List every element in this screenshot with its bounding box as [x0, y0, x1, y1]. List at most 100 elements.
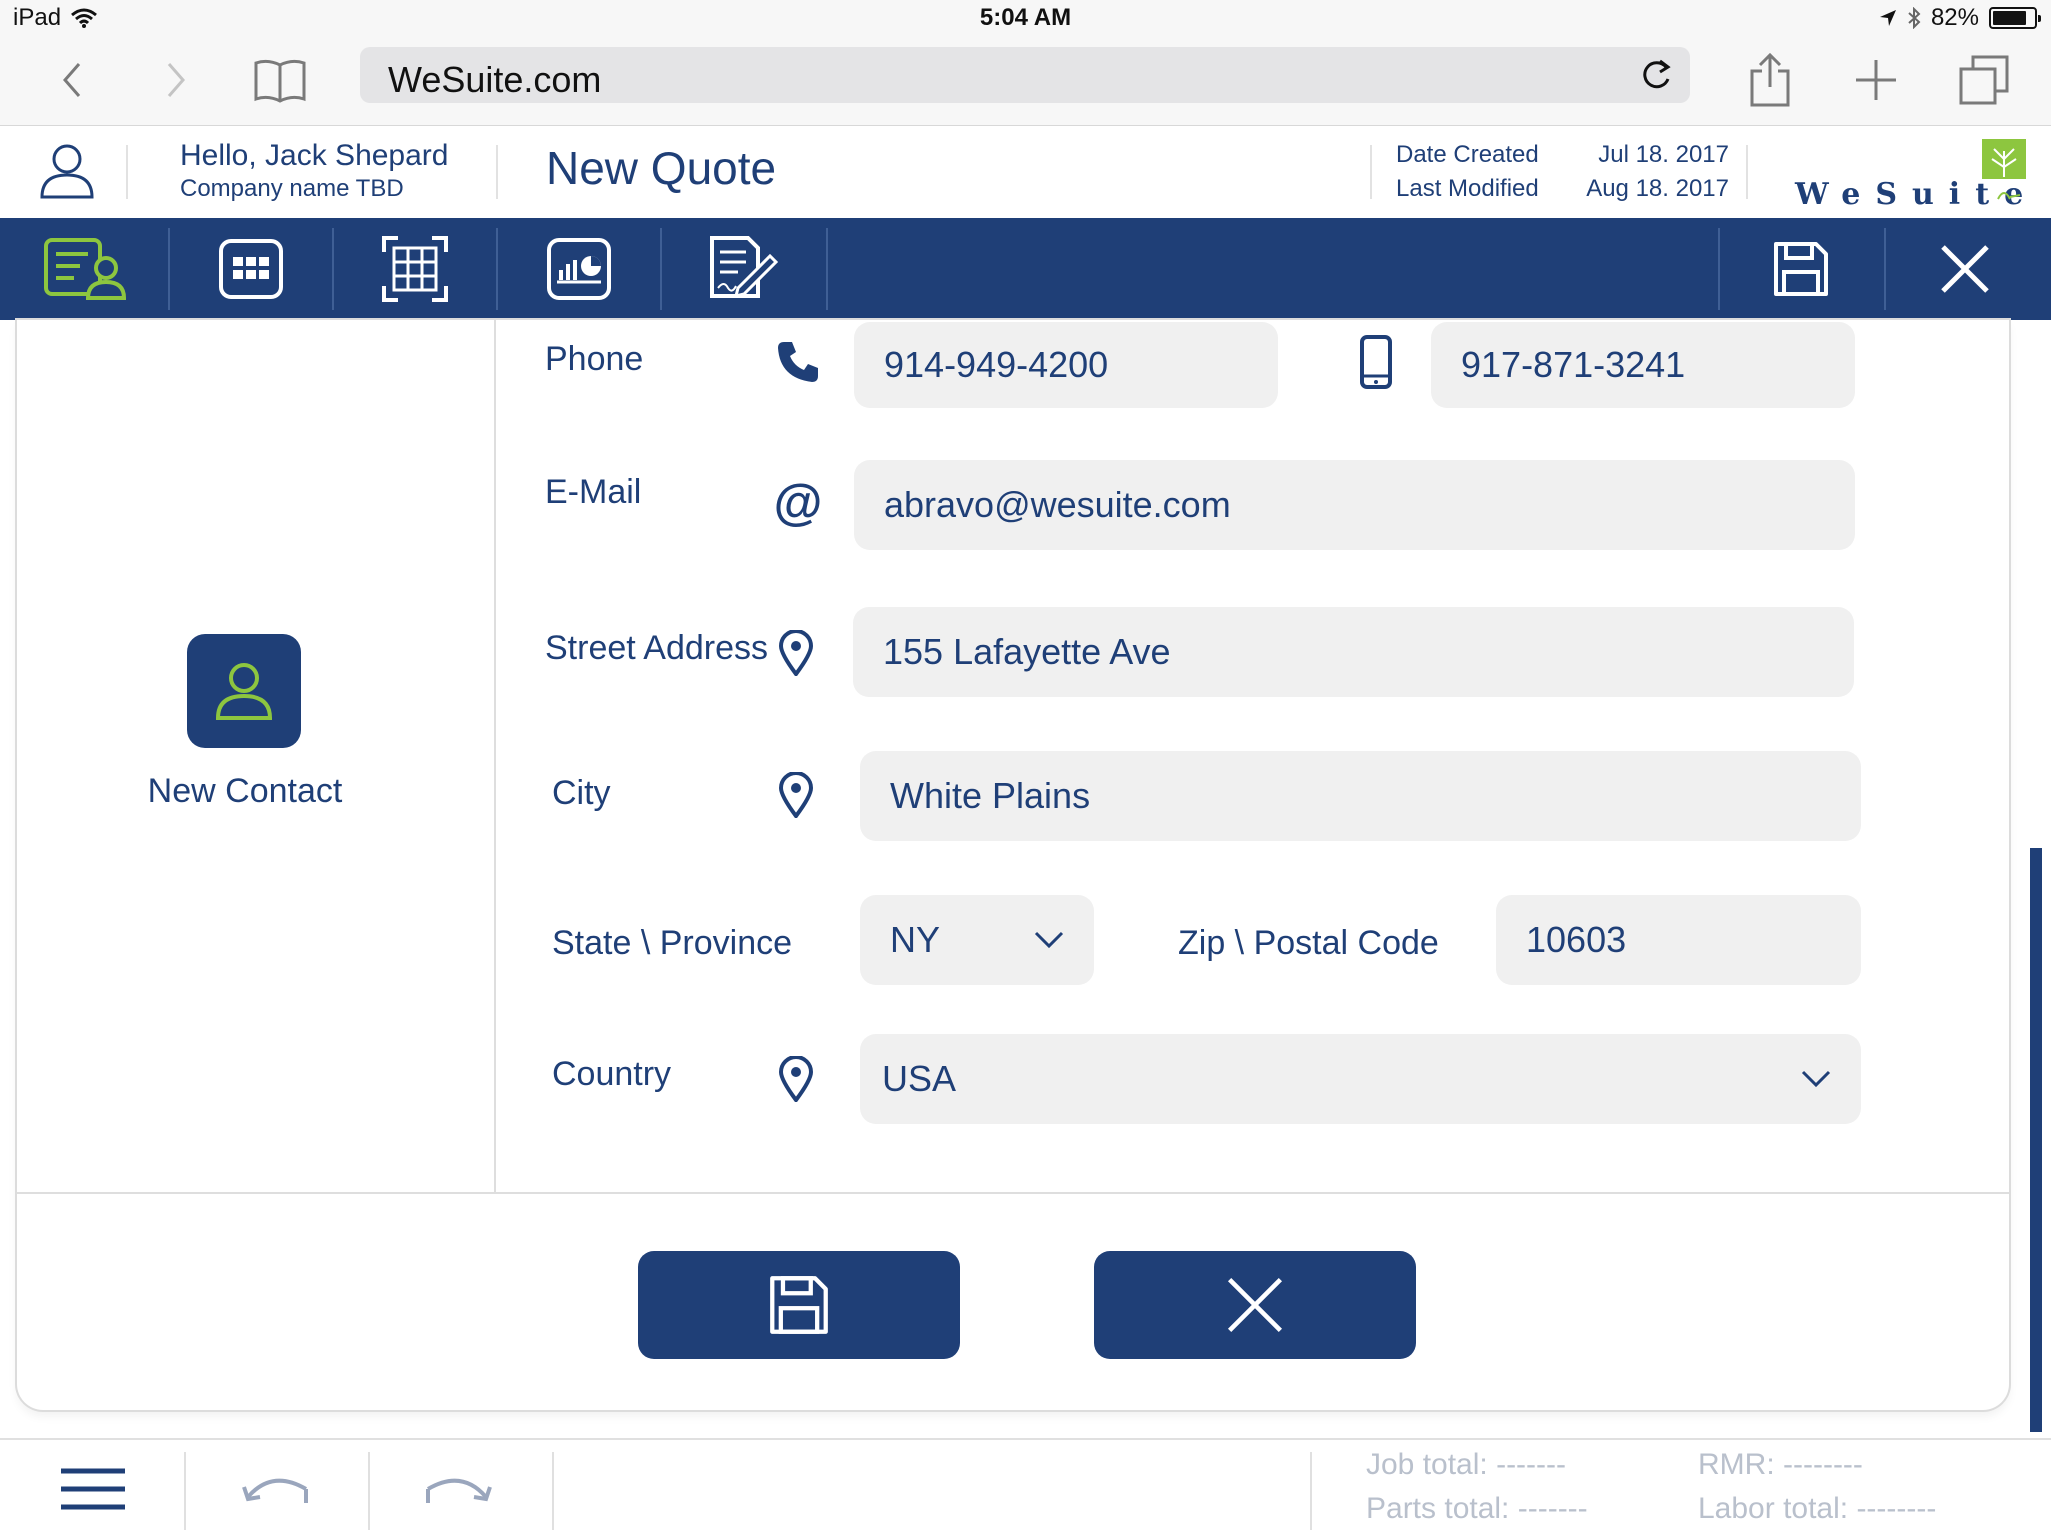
battery-icon: [1989, 7, 2041, 29]
url-text: WeSuite.com: [388, 59, 602, 100]
job-total: Job total: -------: [1366, 1448, 1567, 1481]
keypad-icon: [219, 239, 283, 299]
browser-toolbar: WeSuite.com: [0, 38, 2051, 126]
city-field[interactable]: White Plains: [860, 751, 1861, 841]
toolbar-divider: [496, 228, 498, 310]
toolbar-grid-button[interactable]: [350, 218, 480, 320]
rmr-total: RMR: --------: [1698, 1448, 1863, 1481]
footer-bar: Job total: ------- Parts total: ------- …: [0, 1438, 2051, 1540]
user-profile-icon[interactable]: [36, 141, 98, 206]
new-contact-button[interactable]: [187, 634, 301, 748]
header-divider: [1370, 145, 1372, 199]
toolbar-save-button[interactable]: [1736, 218, 1866, 320]
header-divider: [126, 145, 128, 199]
state-province-label: State \ Province: [552, 924, 793, 962]
toolbar-keypad-button[interactable]: [186, 218, 316, 320]
card-vertical-divider: [494, 320, 496, 1194]
phone-value: 914-949-4200: [884, 344, 1109, 385]
toolbar-divider: [332, 228, 334, 310]
close-icon: [1941, 245, 1989, 293]
phone-label: Phone: [545, 340, 644, 378]
form-save-button[interactable]: [638, 1251, 960, 1359]
reload-icon[interactable]: [1636, 55, 1676, 95]
zip-postal-field[interactable]: 10603: [1496, 895, 1861, 985]
country-value: USA: [882, 1058, 957, 1099]
phone-icon: [772, 336, 824, 388]
save-icon: [1774, 242, 1828, 296]
save-icon: [770, 1276, 828, 1334]
email-label: E-Mail: [545, 473, 642, 511]
country-select[interactable]: USA: [860, 1034, 1861, 1124]
header-divider: [496, 145, 498, 199]
street-address-field[interactable]: 155 Lafayette Ave: [853, 607, 1854, 697]
city-value: White Plains: [890, 775, 1091, 816]
chevron-down-icon: [1801, 1070, 1831, 1088]
forward-icon[interactable]: [146, 50, 206, 110]
status-right: 82%: [1879, 4, 2041, 32]
menu-icon[interactable]: [48, 1454, 138, 1524]
battery-level: [1993, 11, 2026, 25]
toolbar-sign-button[interactable]: [678, 218, 808, 320]
user-greeting: Hello, Jack Shepard: [180, 139, 449, 172]
customer-info-icon: [44, 238, 127, 300]
tabs-icon[interactable]: [1954, 50, 2014, 110]
status-time: 5:04 AM: [979, 4, 1072, 31]
scrollbar[interactable]: [2030, 848, 2042, 1432]
state-province-value: NY: [890, 919, 941, 960]
labor-total: Labor total: --------: [1698, 1492, 1937, 1525]
share-icon[interactable]: [1740, 50, 1800, 110]
phone-field[interactable]: 914-949-4200: [854, 322, 1278, 408]
new-contact-label: New Contact: [147, 772, 343, 810]
country-label: Country: [552, 1055, 672, 1093]
contact-person-icon: [215, 663, 273, 720]
mobile-value: 917-871-3241: [1461, 344, 1686, 385]
undo-icon[interactable]: [232, 1454, 322, 1524]
location-pin-icon: [776, 770, 816, 820]
bookmarks-icon[interactable]: [250, 50, 310, 110]
close-icon: [1227, 1277, 1283, 1333]
toolbar-divider: [1718, 228, 1720, 310]
card-horizontal-divider: [17, 1192, 2009, 1194]
toolbar-customer-info-button[interactable]: [22, 218, 152, 320]
email-field[interactable]: abravo@wesuite.com: [854, 460, 1855, 550]
state-province-select[interactable]: NY: [860, 895, 1094, 985]
redo-icon[interactable]: [412, 1454, 502, 1524]
parts-total: Parts total: -------: [1366, 1492, 1588, 1525]
new-tab-icon[interactable]: [1846, 50, 1906, 110]
location-pin-icon: [776, 628, 816, 678]
toolbar-close-button[interactable]: [1900, 218, 2030, 320]
company-name: Company name TBD: [180, 175, 404, 202]
address-bar[interactable]: WeSuite.com: [360, 47, 1690, 103]
email-value: abravo@wesuite.com: [884, 484, 1231, 525]
battery-percent: 82%: [1930, 4, 1979, 31]
at-sign-icon: @: [773, 474, 823, 530]
ios-status-bar: iPad 5:04 AM 82%: [0, 0, 2051, 38]
grid-scan-icon: [382, 236, 448, 302]
chevron-down-icon: [1034, 931, 1064, 949]
bluetooth-icon: [1908, 7, 1921, 29]
mobile-phone-icon: [1356, 332, 1396, 392]
app-header: Hello, Jack Shepard Company name TBD New…: [0, 127, 2051, 218]
toolbar-divider: [168, 228, 170, 310]
mobile-field[interactable]: 917-871-3241: [1431, 322, 1855, 408]
footer-divider: [552, 1452, 554, 1530]
toolbar-report-button[interactable]: [514, 218, 644, 320]
report-chart-icon: [547, 238, 611, 300]
tree-logo-icon: [1980, 137, 2028, 206]
street-address-label: Street Address: [545, 629, 769, 667]
sign-document-icon: [710, 236, 778, 299]
last-modified-label: Last Modified: [1396, 175, 1539, 202]
page-title: New Quote: [546, 142, 777, 194]
toolbar-divider: [660, 228, 662, 310]
location-arrow-icon: [1879, 10, 1896, 26]
toolbar-divider: [1884, 228, 1886, 310]
date-created-label: Date Created: [1396, 141, 1539, 168]
zip-postal-value: 10603: [1526, 919, 1627, 960]
toolbar-divider: [826, 228, 828, 310]
footer-divider: [184, 1452, 186, 1530]
zip-postal-label: Zip \ Postal Code: [1178, 924, 1439, 962]
back-icon[interactable]: [42, 50, 102, 110]
footer-divider: [1310, 1452, 1312, 1530]
header-divider: [1746, 145, 1748, 199]
form-cancel-button[interactable]: [1094, 1251, 1416, 1359]
